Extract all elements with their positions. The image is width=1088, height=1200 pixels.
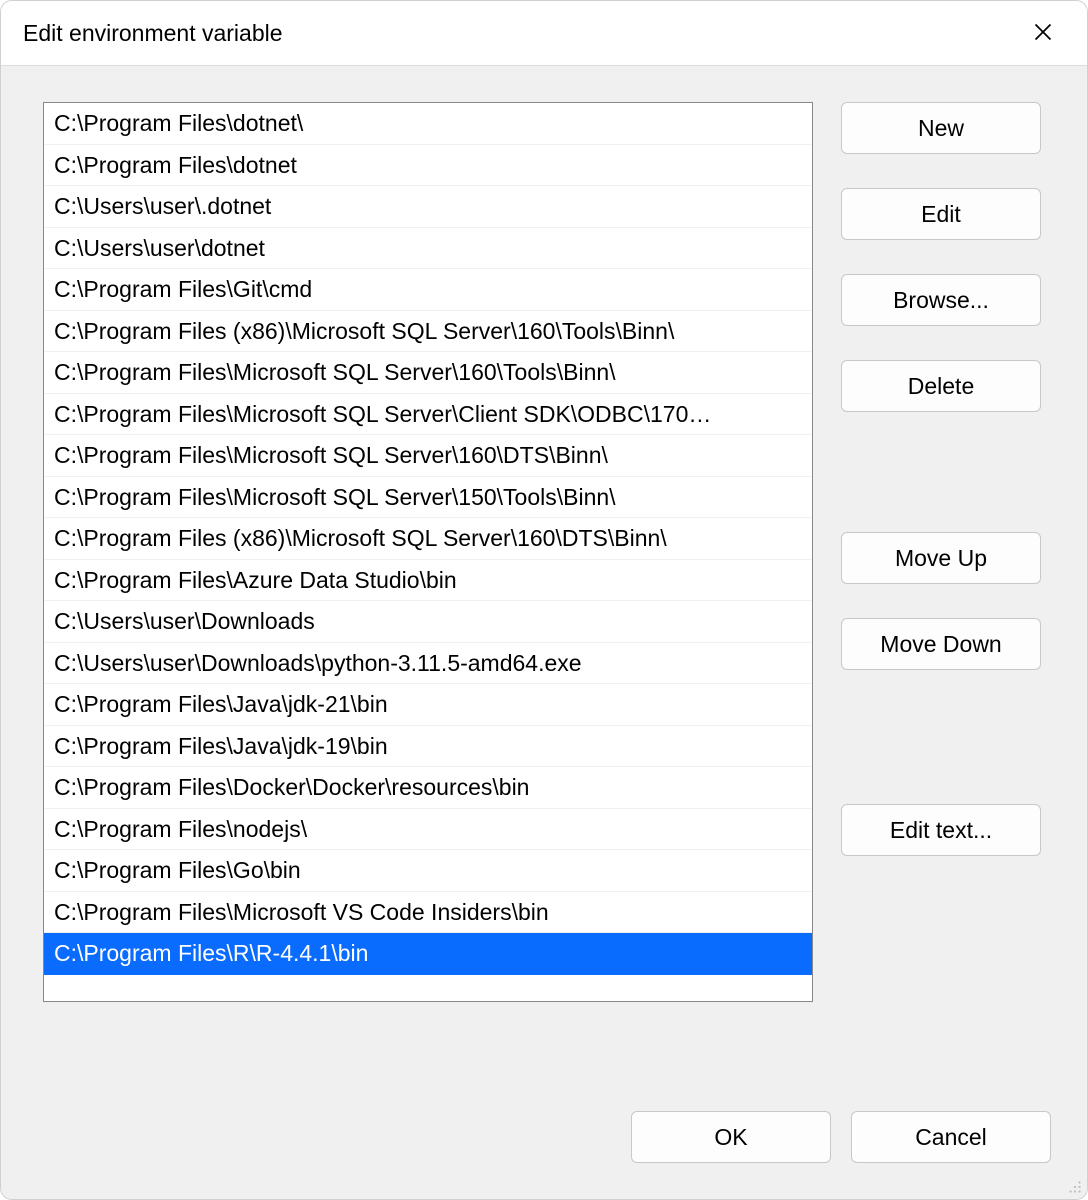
- list-item[interactable]: C:\Program Files\nodejs\: [44, 809, 812, 851]
- path-listbox[interactable]: C:\Program Files\dotnet\C:\Program Files…: [43, 102, 813, 1002]
- list-item[interactable]: C:\Program Files\Docker\Docker\resources…: [44, 767, 812, 809]
- list-item[interactable]: C:\Users\user\Downloads: [44, 601, 812, 643]
- browse-button[interactable]: Browse...: [841, 274, 1041, 326]
- button-column: New Edit Browse... Delete Move Up Move D…: [841, 102, 1041, 1063]
- list-item[interactable]: C:\Program Files\Go\bin: [44, 850, 812, 892]
- cancel-button[interactable]: Cancel: [851, 1111, 1051, 1163]
- list-item[interactable]: C:\Program Files (x86)\Microsoft SQL Ser…: [44, 518, 812, 560]
- list-item[interactable]: C:\Users\user\Downloads\python-3.11.5-am…: [44, 643, 812, 685]
- list-item[interactable]: C:\Program Files\Microsoft SQL Server\15…: [44, 477, 812, 519]
- list-item[interactable]: C:\Program Files (x86)\Microsoft SQL Ser…: [44, 311, 812, 353]
- list-item[interactable]: C:\Users\user\.dotnet: [44, 186, 812, 228]
- edit-button[interactable]: Edit: [841, 188, 1041, 240]
- list-item[interactable]: C:\Program Files\Java\jdk-21\bin: [44, 684, 812, 726]
- dialog-title: Edit environment variable: [23, 20, 1015, 47]
- move-up-button[interactable]: Move Up: [841, 532, 1041, 584]
- delete-button[interactable]: Delete: [841, 360, 1041, 412]
- footer-row: OK Cancel: [43, 1111, 1051, 1163]
- list-item[interactable]: C:\Program Files\Git\cmd: [44, 269, 812, 311]
- dialog-body: C:\Program Files\dotnet\C:\Program Files…: [1, 65, 1087, 1199]
- edit-text-button[interactable]: Edit text...: [841, 804, 1041, 856]
- list-item[interactable]: C:\Program Files\Java\jdk-19\bin: [44, 726, 812, 768]
- list-item[interactable]: C:\Program Files\dotnet: [44, 145, 812, 187]
- ok-button[interactable]: OK: [631, 1111, 831, 1163]
- list-item[interactable]: C:\Program Files\Microsoft SQL Server\16…: [44, 352, 812, 394]
- list-item[interactable]: C:\Program Files\R\R-4.4.1\bin: [44, 933, 812, 975]
- list-item[interactable]: C:\Users\user\dotnet: [44, 228, 812, 270]
- list-item[interactable]: C:\Program Files\Microsoft SQL Server\Cl…: [44, 394, 812, 436]
- move-down-button[interactable]: Move Down: [841, 618, 1041, 670]
- list-item[interactable]: C:\Program Files\Microsoft VS Code Insid…: [44, 892, 812, 934]
- list-item[interactable]: C:\Program Files\dotnet\: [44, 103, 812, 145]
- new-button[interactable]: New: [841, 102, 1041, 154]
- resize-grip-icon[interactable]: [1066, 1178, 1084, 1196]
- list-item[interactable]: C:\Program Files\Azure Data Studio\bin: [44, 560, 812, 602]
- close-icon: [1033, 22, 1053, 45]
- content-row: C:\Program Files\dotnet\C:\Program Files…: [43, 102, 1051, 1063]
- titlebar: Edit environment variable: [1, 1, 1087, 65]
- close-button[interactable]: [1015, 13, 1071, 53]
- dialog-window: Edit environment variable C:\Program Fil…: [0, 0, 1088, 1200]
- list-item[interactable]: C:\Program Files\Microsoft SQL Server\16…: [44, 435, 812, 477]
